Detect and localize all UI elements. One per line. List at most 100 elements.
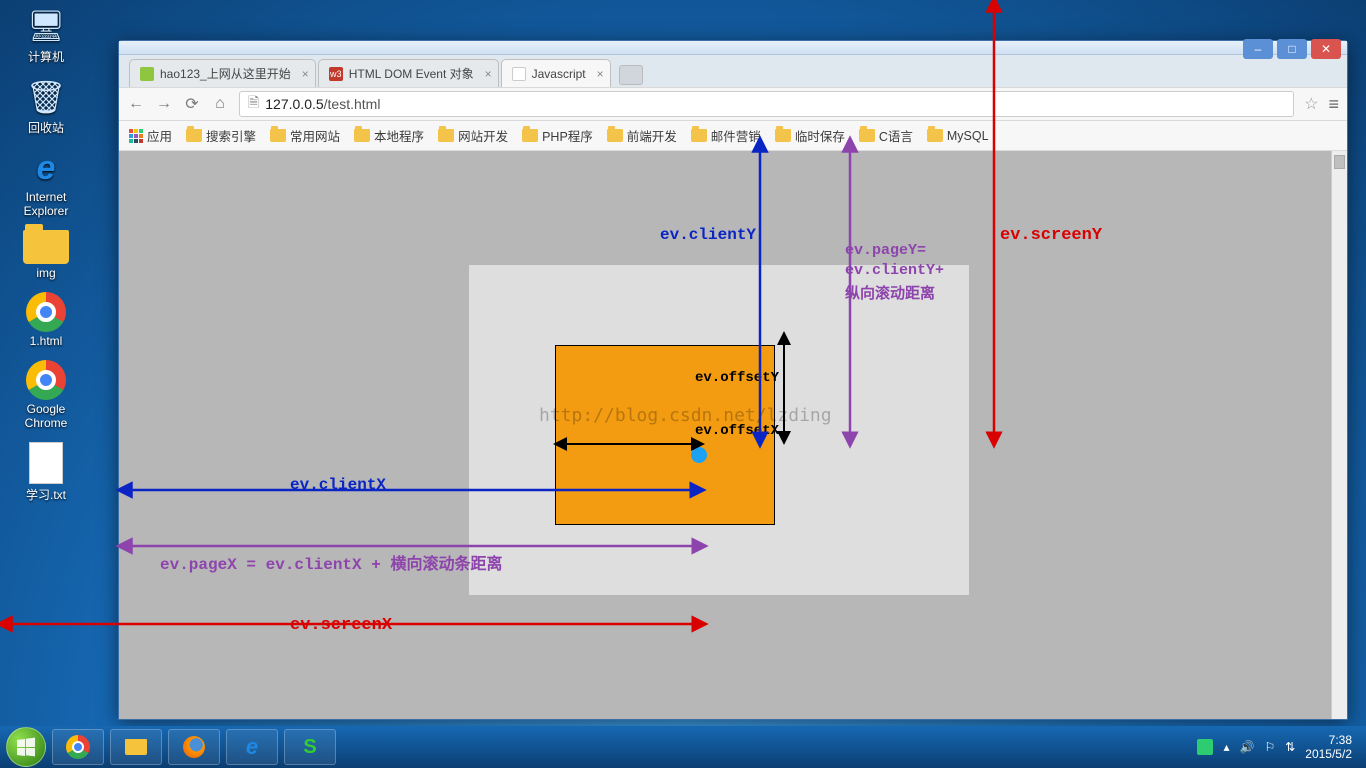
windows-logo-icon <box>14 735 38 759</box>
icon-computer[interactable]: 🖥计算机 <box>6 6 86 65</box>
bm-label: 本地程序 <box>374 126 424 145</box>
bookmark-star-icon[interactable]: ☆ <box>1304 94 1318 114</box>
label-screenx: ev.screenX <box>290 616 392 635</box>
tab-close-icon[interactable]: × <box>597 67 604 81</box>
icon-study-txt[interactable]: 学习.txt <box>6 442 86 503</box>
bm-label: 常用网站 <box>290 126 340 145</box>
bookmark-webdev[interactable]: 网站开发 <box>438 126 508 145</box>
bm-label: C语言 <box>879 126 913 145</box>
tray-up-icon[interactable]: ▴ <box>1223 740 1229 754</box>
nav-back-button[interactable]: ← <box>127 95 145 113</box>
folder-icon <box>186 129 202 142</box>
icon-img-folder[interactable]: img <box>6 230 86 280</box>
taskbar-firefox[interactable] <box>168 729 220 765</box>
new-tab-button[interactable] <box>619 65 643 85</box>
bm-label: 临时保存 <box>795 126 845 145</box>
label-screeny: ev.screenY <box>1000 226 1102 245</box>
url-input[interactable]: 🗎 127.0.0.5/test.html <box>239 91 1294 117</box>
folder-icon <box>522 129 538 142</box>
system-tray[interactable]: ▴ 🔊 ⚐ ⇅ 7:38 2015/5/2 <box>1197 733 1360 762</box>
tray-flag-icon[interactable]: ⚐ <box>1264 740 1275 754</box>
window-minimize-button[interactable]: – <box>1243 39 1273 59</box>
icon-ie-label1: Internet <box>6 190 86 204</box>
taskbar-chrome[interactable] <box>52 729 104 765</box>
tab-w3-label: HTML DOM Event 对象 <box>349 65 474 82</box>
tab-close-icon[interactable]: × <box>302 67 309 81</box>
bm-label: 前端开发 <box>627 126 677 145</box>
nav-forward-button[interactable]: → <box>155 95 173 113</box>
folder-icon <box>438 129 454 142</box>
bookmark-php[interactable]: PHP程序 <box>522 126 593 145</box>
window-titlebar[interactable]: – □ ✕ <box>119 41 1347 55</box>
watermark-text: http://blog.csdn.net/lzding <box>539 405 832 426</box>
icon-1html[interactable]: 1.html <box>6 292 86 348</box>
clock-date: 2015/5/2 <box>1305 747 1352 761</box>
label-clienty: ev.clientY <box>660 226 756 244</box>
green-app-icon: S <box>303 736 316 759</box>
bm-label: 网站开发 <box>458 126 508 145</box>
taskbar: e S ▴ 🔊 ⚐ ⇅ 7:38 2015/5/2 <box>0 726 1366 768</box>
icon-chrome-label1: Google <box>6 402 86 416</box>
bookmark-search[interactable]: 搜索引擎 <box>186 126 256 145</box>
event-point-dot <box>691 447 707 463</box>
bookmark-common[interactable]: 常用网站 <box>270 126 340 145</box>
icon-recycle-label: 回收站 <box>6 119 86 136</box>
tab-javascript[interactable]: Javascript × <box>501 59 611 87</box>
label-pagey-1: ev.pageY= <box>845 242 926 259</box>
bookmarks-bar: 应用 搜索引擎 常用网站 本地程序 网站开发 PHP程序 前端开发 邮件营销 临… <box>119 121 1347 151</box>
folder-icon <box>125 739 147 755</box>
bookmark-c[interactable]: C语言 <box>859 126 913 145</box>
label-pagey-3: 纵向滚动距离 <box>845 282 935 303</box>
taskbar-explorer[interactable] <box>110 729 162 765</box>
icon-ie[interactable]: eInternetExplorer <box>6 148 86 218</box>
nav-reload-button[interactable]: ⟳ <box>183 94 201 114</box>
folder-icon <box>775 129 791 142</box>
tab-js-label: Javascript <box>532 67 586 81</box>
label-clientx: ev.clientX <box>290 476 386 494</box>
taskbar-clock[interactable]: 7:38 2015/5/2 <box>1305 733 1352 762</box>
label-pagex: ev.pageX = ev.clientX + 横向滚动条距离 <box>160 550 502 574</box>
start-button[interactable] <box>6 727 46 767</box>
bookmark-mysql[interactable]: MySQL <box>927 129 989 143</box>
window-close-button[interactable]: ✕ <box>1311 39 1341 59</box>
bookmark-temp[interactable]: 临时保存 <box>775 126 845 145</box>
icon-computer-label: 计算机 <box>6 48 86 65</box>
folder-icon <box>270 129 286 142</box>
page-icon: 🗎 <box>248 92 259 116</box>
folder-icon <box>354 129 370 142</box>
url-path: /test.html <box>324 96 381 112</box>
icon-recycle-bin[interactable]: 🗑回收站 <box>6 77 86 136</box>
bookmark-apps[interactable]: 应用 <box>129 126 172 145</box>
favicon-blank-icon <box>512 67 526 81</box>
tab-w3-dom[interactable]: w3 HTML DOM Event 对象 × <box>318 59 499 87</box>
bm-label: MySQL <box>947 129 989 143</box>
apps-grid-icon <box>129 129 143 143</box>
tab-strip: hao123_上网从这里开始 × w3 HTML DOM Event 对象 × Jav… <box>119 55 1347 87</box>
tray-network-icon[interactable]: ⇅ <box>1285 740 1295 754</box>
bookmark-local[interactable]: 本地程序 <box>354 126 424 145</box>
folder-icon <box>927 129 943 142</box>
window-maximize-button[interactable]: □ <box>1277 39 1307 59</box>
nav-home-button[interactable]: ⌂ <box>211 95 229 113</box>
browser-menu-icon[interactable]: ≡ <box>1328 94 1339 115</box>
icon-img-label: img <box>6 266 86 280</box>
scrollbar-thumb[interactable] <box>1334 155 1345 169</box>
tray-input-icon[interactable] <box>1197 739 1213 755</box>
favicon-w3-icon: w3 <box>329 67 343 81</box>
chrome-icon <box>66 735 90 759</box>
tray-volume-icon[interactable]: 🔊 <box>1240 740 1255 754</box>
ie-icon: e <box>246 734 258 760</box>
icon-google-chrome[interactable]: GoogleChrome <box>6 360 86 430</box>
label-offsetx: ev.offsetX <box>695 423 779 439</box>
bookmark-mail[interactable]: 邮件营销 <box>691 126 761 145</box>
taskbar-ie[interactable]: e <box>226 729 278 765</box>
bookmark-frontend[interactable]: 前端开发 <box>607 126 677 145</box>
tab-hao123[interactable]: hao123_上网从这里开始 × <box>129 59 316 87</box>
vertical-scrollbar[interactable] <box>1331 151 1347 719</box>
icon-1html-label: 1.html <box>6 334 86 348</box>
bm-label: 邮件营销 <box>711 126 761 145</box>
tab-hao123-label: hao123_上网从这里开始 <box>160 65 291 82</box>
taskbar-app[interactable]: S <box>284 729 336 765</box>
icon-chrome-label2: Chrome <box>6 416 86 430</box>
tab-close-icon[interactable]: × <box>485 67 492 81</box>
